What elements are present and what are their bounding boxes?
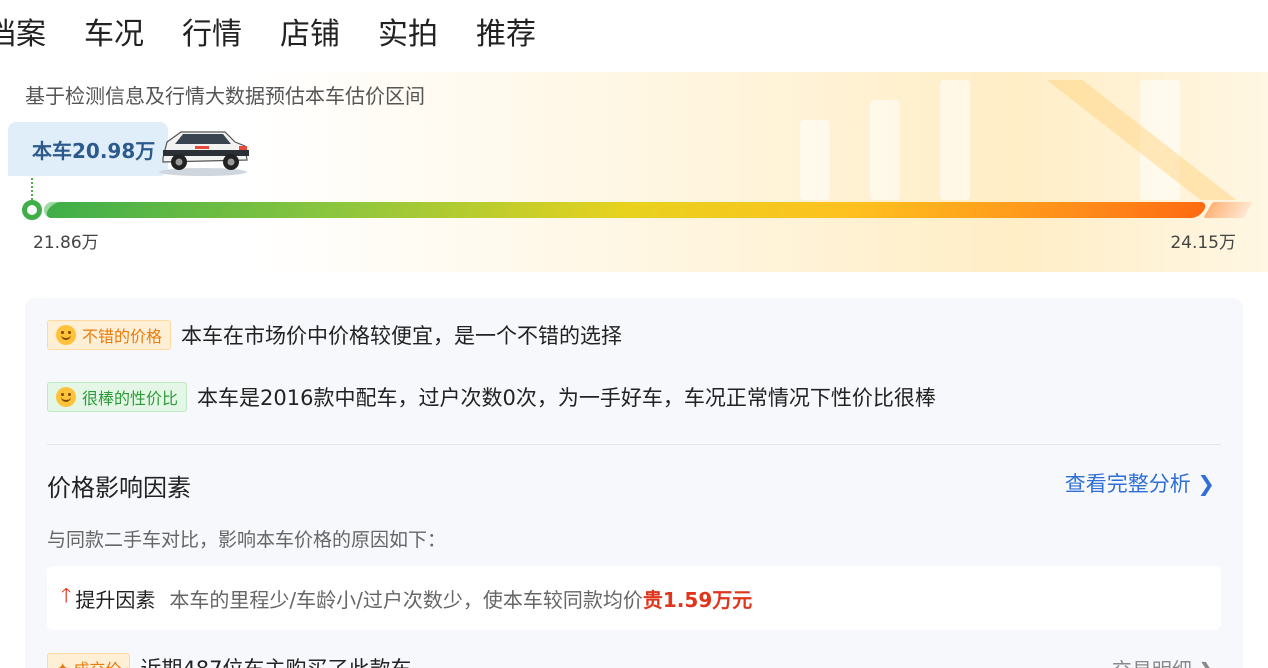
great-value-badge-label: 很棒的性价比	[82, 389, 179, 408]
current-price-marker	[22, 200, 42, 220]
up-factor-value: 贵1.59万元	[642, 587, 753, 612]
deal-price-badge: ✦ 成交价	[47, 653, 131, 668]
up-factor-label: 提升因素	[75, 587, 156, 612]
tab-bar: 档案 车况 行情 店铺 实拍 推荐	[0, 14, 574, 70]
hero-decoration	[760, 80, 1260, 200]
up-factor-text: 本车的里程少/车龄小/过户次数少，使本车较同款均价	[169, 587, 643, 612]
estimate-subtitle: 基于检测信息及行情大数据预估本车估价区间	[25, 84, 425, 108]
current-price: 本车20.98万	[32, 138, 156, 163]
good-price-badge-label: 不错的价格	[82, 327, 163, 346]
evaluation-row-value: 很棒的性价比 本车是2016款中配车，过户次数0次，为一手好车，车况正常情况下性…	[47, 382, 936, 412]
range-high-label: 24.15万	[1170, 233, 1236, 253]
tab-condition[interactable]: 车况	[84, 14, 144, 70]
tab-photos[interactable]: 实拍	[378, 14, 438, 70]
car-image	[159, 131, 249, 176]
good-price-desc: 本车在市场价中价格较便宜，是一个不错的选择	[181, 324, 623, 348]
divider	[47, 444, 1221, 445]
tab-market[interactable]: 行情	[182, 14, 242, 70]
great-value-badge: 很棒的性价比	[47, 382, 188, 412]
smile-icon	[56, 325, 76, 345]
deals-text: 近期487位车主购买了此款车	[140, 653, 411, 668]
deal-price-badge-label: 成交价	[73, 656, 121, 668]
deals-row: ✦ 成交价 近期487位车主购买了此款车 交易明细 ❯	[47, 648, 1221, 668]
range-low-label: 21.86万	[33, 233, 99, 253]
tab-recommend[interactable]: 推荐	[476, 14, 536, 70]
coin-icon: ✦	[56, 658, 70, 668]
factors-title: 价格影响因素	[47, 474, 191, 502]
deal-details-link[interactable]: 交易明细 ❯	[1112, 654, 1215, 668]
current-price-bubble: 本车20.98万	[8, 122, 168, 176]
tab-store[interactable]: 店铺	[280, 14, 340, 70]
factors-subtitle: 与同款二手车对比，影响本车价格的原因如下：	[47, 529, 447, 551]
analysis-card: 不错的价格 本车在市场价中价格较便宜，是一个不错的选择 很棒的性价比 本车是20…	[25, 298, 1243, 668]
grin-icon	[56, 387, 76, 407]
price-range-bar	[43, 202, 1209, 218]
arrow-up-icon: 🡑	[61, 583, 72, 607]
tab-archive[interactable]: 档案	[0, 14, 46, 70]
full-analysis-link[interactable]: 查看完整分析 ❯	[1065, 468, 1215, 498]
price-pointer-line	[31, 178, 33, 200]
evaluation-row-price: 不错的价格 本车在市场价中价格较便宜，是一个不错的选择	[47, 320, 622, 350]
up-factor-row: 🡑 提升因素 本车的里程少/车龄小/过户次数少，使本车较同款均价 贵1.59万元	[47, 566, 1221, 630]
great-value-desc: 本车是2016款中配车，过户次数0次，为一手好车，车况正常情况下性价比很棒	[197, 386, 936, 410]
good-price-badge: 不错的价格	[47, 320, 172, 350]
